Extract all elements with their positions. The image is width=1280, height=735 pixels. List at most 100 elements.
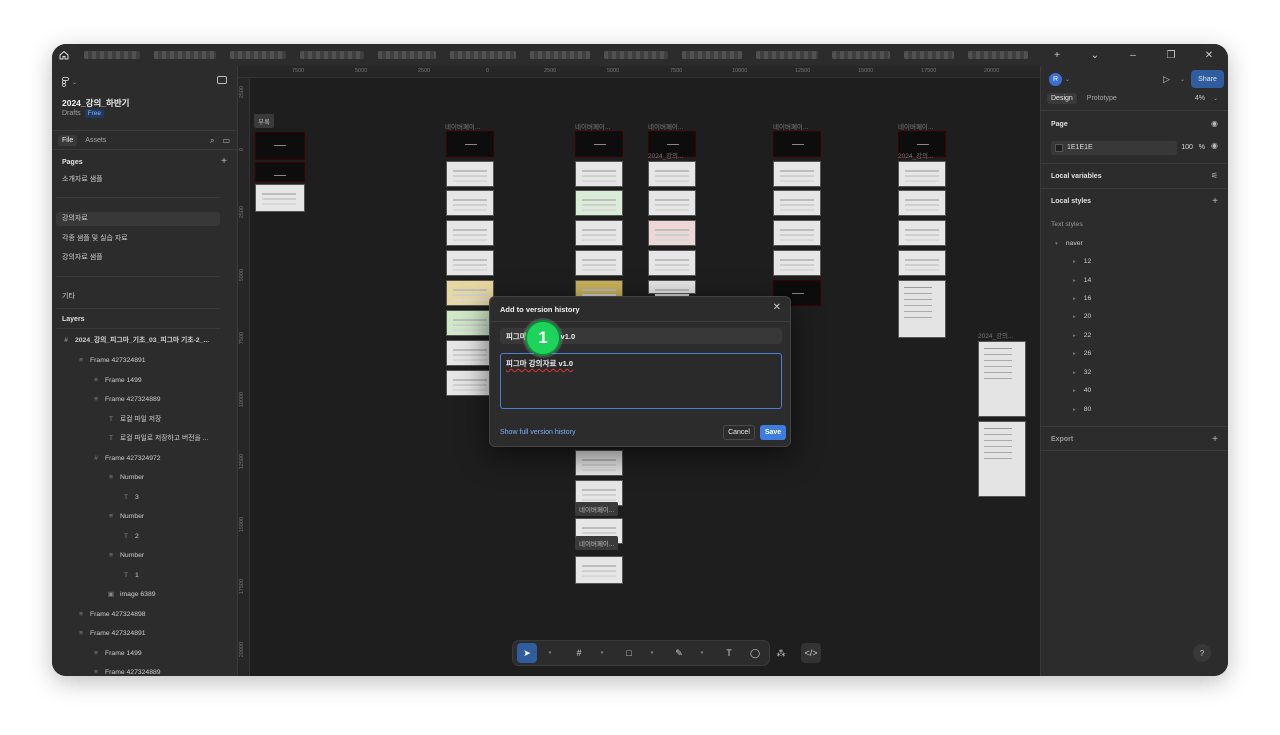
frame-thumbnail[interactable] bbox=[648, 250, 696, 276]
browser-tab[interactable] bbox=[756, 51, 818, 59]
frame-thumbnail[interactable] bbox=[446, 340, 494, 366]
eye-icon[interactable]: ◉ bbox=[1211, 119, 1218, 128]
frame-tool-menu[interactable]: ▾ bbox=[591, 643, 611, 663]
style-item[interactable]: ▸ 80 bbox=[1073, 406, 1091, 413]
frame-thumbnail[interactable] bbox=[446, 250, 494, 276]
close-icon[interactable]: ✕ bbox=[773, 302, 781, 313]
chevron-down-icon[interactable]: ⌄ bbox=[1065, 76, 1070, 83]
frame-thumbnail[interactable] bbox=[898, 250, 946, 276]
frame-thumbnail[interactable] bbox=[978, 341, 1026, 417]
frame-label[interactable]: 네이버페이... bbox=[575, 536, 619, 550]
zoom-level[interactable]: 4% ⌄ bbox=[1195, 95, 1218, 102]
chevron-down-icon[interactable]: ⌄ bbox=[1085, 50, 1105, 61]
frame-thumbnail[interactable] bbox=[446, 310, 494, 336]
frame-label[interactable]: 네이버페이... bbox=[445, 121, 480, 131]
frame-thumbnail[interactable] bbox=[648, 161, 696, 187]
restore-icon[interactable]: ❐ bbox=[1161, 50, 1181, 61]
color-swatch[interactable] bbox=[1055, 144, 1063, 152]
frame-label[interactable]: 부록 bbox=[254, 114, 274, 128]
new-tab-icon[interactable]: + bbox=[1047, 50, 1067, 61]
browser-tab[interactable] bbox=[154, 51, 216, 59]
frame-thumbnail[interactable] bbox=[446, 280, 494, 306]
frame-thumbnail[interactable] bbox=[773, 190, 821, 216]
layer-row[interactable]: ≡ Frame 1499 bbox=[52, 374, 237, 388]
share-button[interactable]: Share bbox=[1191, 70, 1224, 88]
move-tool-menu[interactable]: ▾ bbox=[539, 643, 559, 663]
browser-tab[interactable] bbox=[832, 51, 890, 59]
frame-thumbnail[interactable] bbox=[446, 220, 494, 246]
frame-thumbnail[interactable] bbox=[898, 280, 946, 338]
shape-tool-menu[interactable]: ▾ bbox=[641, 643, 661, 663]
frame-thumbnail[interactable] bbox=[575, 190, 623, 216]
frame-thumbnail[interactable] bbox=[575, 250, 623, 276]
page-item[interactable]: 강의자료 bbox=[56, 212, 220, 226]
frame-thumbnail[interactable] bbox=[648, 220, 696, 246]
show-history-link[interactable]: Show full version history bbox=[500, 429, 575, 436]
version-description-input[interactable]: 피그마 강의자료 v1.0 bbox=[500, 353, 782, 409]
style-item[interactable]: ▸ 12 bbox=[1073, 258, 1091, 265]
browser-tab[interactable] bbox=[230, 51, 286, 59]
layer-row[interactable]: T 로컬 파일 저장 bbox=[52, 413, 237, 427]
page-item[interactable]: 각종 샘플 및 실습 자료 bbox=[56, 232, 220, 246]
pen-tool-menu[interactable]: ▾ bbox=[691, 643, 711, 663]
text-tool[interactable]: T bbox=[719, 643, 739, 663]
close-icon[interactable]: ✕ bbox=[1199, 50, 1219, 61]
frame-thumbnail[interactable] bbox=[773, 250, 821, 276]
layer-row[interactable]: ≡ Number bbox=[52, 510, 237, 524]
page-background-field[interactable]: 1E1E1E bbox=[1051, 141, 1177, 155]
frame-label[interactable]: 네이버페이... bbox=[575, 502, 619, 516]
frame-label[interactable]: 2024_강의... bbox=[898, 150, 933, 160]
browser-tab[interactable] bbox=[682, 51, 742, 59]
tab-design[interactable]: Design bbox=[1047, 93, 1077, 104]
layer-row[interactable]: T2 bbox=[52, 530, 237, 544]
add-export-icon[interactable]: + bbox=[1212, 434, 1218, 445]
main-menu-button[interactable]: ⌄ bbox=[62, 77, 77, 87]
layer-row[interactable]: ≡ Frame 427324891 bbox=[52, 627, 237, 641]
browser-tab[interactable] bbox=[530, 51, 590, 59]
frame-thumbnail[interactable] bbox=[255, 132, 305, 160]
layer-row[interactable]: ≡ Frame 427324889 bbox=[52, 393, 237, 407]
layer-row[interactable]: T3 bbox=[52, 491, 237, 505]
style-item[interactable]: ▸ 26 bbox=[1073, 350, 1091, 357]
frame-thumbnail[interactable] bbox=[446, 131, 494, 157]
frame-label[interactable]: 2024_강의... bbox=[978, 330, 1013, 340]
page-item[interactable]: 강의자료 샘플 bbox=[56, 251, 220, 265]
style-item[interactable]: ▸ 40 bbox=[1073, 387, 1091, 394]
layer-row[interactable]: ≡ Number bbox=[52, 471, 237, 485]
save-button[interactable]: Save bbox=[760, 425, 786, 440]
variables-icon[interactable]: ⚟ bbox=[1211, 171, 1218, 180]
tab-prototype[interactable]: Prototype bbox=[1083, 93, 1121, 104]
browser-tab[interactable] bbox=[378, 51, 436, 59]
add-page-icon[interactable]: + bbox=[221, 156, 227, 167]
frame-thumbnail[interactable] bbox=[898, 220, 946, 246]
page-item[interactable]: 기타 bbox=[56, 290, 220, 304]
layer-row[interactable]: ≡ Frame 427324889 bbox=[52, 666, 237, 676]
frame-thumbnail[interactable] bbox=[446, 161, 494, 187]
style-item[interactable]: ▸ 20 bbox=[1073, 313, 1091, 320]
layer-row[interactable]: T 로컬 파일로 저장하고 버전을 ... bbox=[52, 432, 237, 446]
browser-tab[interactable] bbox=[904, 51, 954, 59]
layer-row[interactable]: ≡ Frame 427324898 bbox=[52, 608, 237, 622]
frame-tool[interactable]: # bbox=[569, 643, 589, 663]
page-item[interactable]: 소개자료 샘플 bbox=[56, 173, 220, 187]
frame-thumbnail[interactable] bbox=[575, 556, 623, 584]
browser-tab[interactable] bbox=[84, 51, 140, 59]
add-style-icon[interactable]: + bbox=[1212, 196, 1218, 207]
visibility-icon[interactable]: ◉ bbox=[1211, 141, 1218, 150]
layer-row[interactable]: # Frame 427324972 bbox=[52, 452, 237, 466]
frame-label[interactable]: 네이버페이... bbox=[773, 121, 808, 131]
search-icon[interactable]: ⌕ bbox=[210, 136, 214, 146]
drafts-label[interactable]: Drafts bbox=[62, 110, 81, 117]
help-button[interactable]: ? bbox=[1193, 644, 1211, 662]
layer-row[interactable]: T1 bbox=[52, 569, 237, 583]
frame-thumbnail[interactable] bbox=[648, 280, 696, 294]
frame-thumbnail[interactable] bbox=[978, 421, 1026, 497]
tab-assets[interactable]: Assets bbox=[81, 135, 110, 146]
chevron-down-icon[interactable]: ⌄ bbox=[1180, 76, 1185, 83]
style-item[interactable]: ▸ 16 bbox=[1073, 295, 1091, 302]
browser-tab[interactable] bbox=[968, 51, 1028, 59]
cancel-button[interactable]: Cancel bbox=[723, 425, 755, 440]
frame-thumbnail[interactable] bbox=[575, 131, 623, 157]
home-button[interactable] bbox=[52, 44, 76, 66]
minimize-icon[interactable]: – bbox=[1123, 50, 1143, 61]
